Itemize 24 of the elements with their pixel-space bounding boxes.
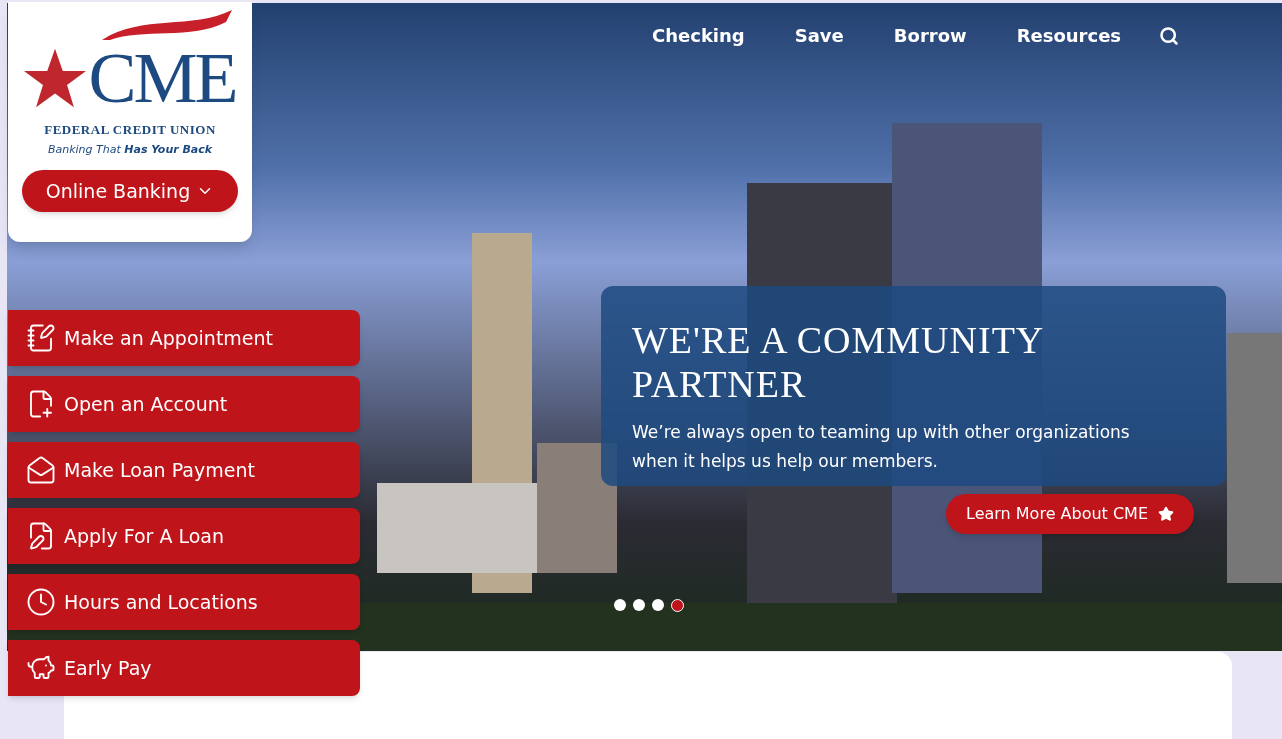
- quick-link-button[interactable]: Open an Account: [8, 376, 360, 432]
- quick-link-button[interactable]: Early Pay: [8, 640, 360, 696]
- logo-ribbon-icon: [102, 10, 232, 40]
- logo-subtitle: FEDERAL CREDIT UNION: [44, 121, 216, 139]
- quick-link-button[interactable]: Make Loan Payment: [8, 442, 360, 498]
- quick-link-icon: [26, 323, 56, 353]
- logo-wordmark: CME: [88, 40, 236, 116]
- nav-link[interactable]: Resources: [1016, 22, 1122, 49]
- hero-title: WE'RE A COMMUNITY PARTNER: [632, 318, 1044, 406]
- quick-link-icon: [26, 455, 56, 485]
- search-icon[interactable]: [1159, 25, 1180, 46]
- online-banking-button[interactable]: Online Banking: [21, 170, 239, 212]
- quick-link-button[interactable]: Apply For A Loan: [8, 508, 360, 564]
- logo-star-icon: [24, 48, 87, 108]
- hero-text: We’re always open to teaming up with other organizations when it helps us help our members.: [632, 421, 1131, 473]
- logo-tagline: Banking That Has Your Back: [47, 141, 213, 158]
- star-icon: [1158, 506, 1175, 522]
- quick-link-button[interactable]: Hours and Locations: [8, 574, 360, 630]
- learn-more-button[interactable]: Learn More About CME: [946, 494, 1195, 534]
- quick-link-button[interactable]: Make an Appointment: [8, 310, 360, 366]
- nav-link[interactable]: Save: [794, 22, 844, 49]
- nav-link[interactable]: Borrow: [893, 22, 967, 49]
- quick-link-icon: [26, 587, 56, 617]
- nav-link[interactable]: Checking: [652, 22, 745, 49]
